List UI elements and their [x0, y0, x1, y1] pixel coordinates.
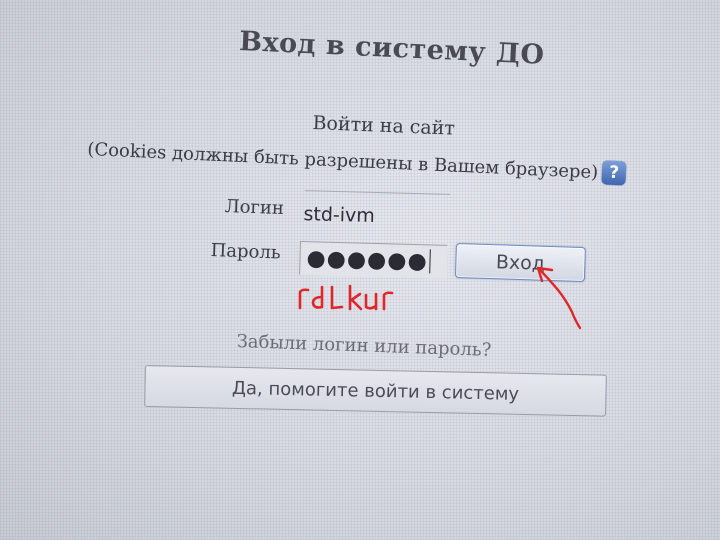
password-input[interactable]: ●●●●●●	[299, 241, 448, 279]
text-cursor	[429, 249, 432, 274]
cookies-notice-row: (Cookies должны быть разрешены в Вашем б…	[86, 137, 627, 186]
page-title: Вход в систему ДО	[238, 26, 546, 71]
help-login-button[interactable]: Да, помогите войти в систему	[144, 365, 607, 417]
forgot-credentials-text: Забыли логин или пароль?	[236, 331, 492, 361]
login-label: Логин	[224, 196, 285, 220]
password-label: Пароль	[210, 240, 281, 264]
divider	[305, 190, 450, 195]
question-mark-icon[interactable]: ?	[601, 160, 627, 186]
handwritten-password	[298, 284, 394, 311]
cookies-notice: (Cookies должны быть разрешены в Вашем б…	[86, 138, 599, 183]
login-submit-button[interactable]: Вход	[454, 243, 586, 283]
login-input[interactable]	[296, 197, 447, 235]
login-heading: Войти на сайт	[312, 112, 456, 140]
password-masked-value: ●●●●●●	[306, 245, 429, 274]
